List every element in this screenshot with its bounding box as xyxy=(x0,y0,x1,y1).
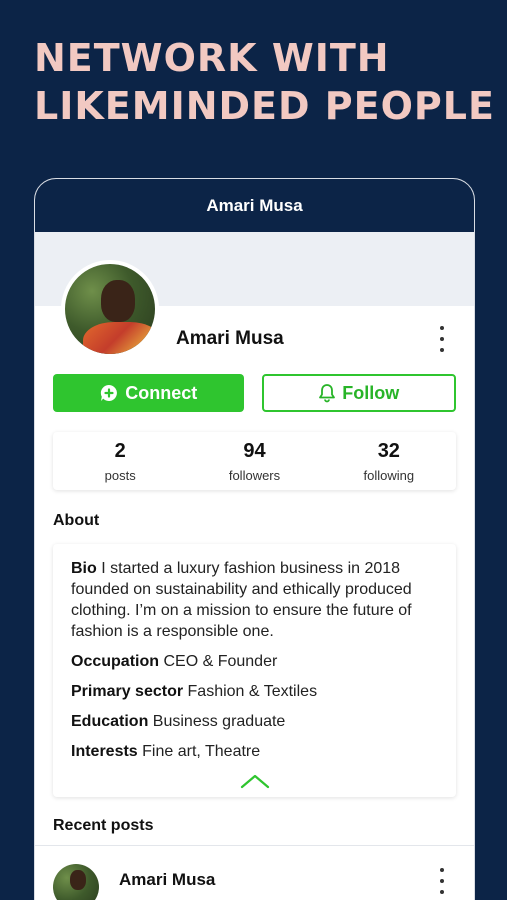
stat-label: followers xyxy=(228,467,281,483)
chat-plus-icon xyxy=(101,384,118,401)
field-value: Fashion & Textiles xyxy=(187,683,318,700)
bio-label: Bio xyxy=(71,560,97,577)
field-label: Occupation xyxy=(71,653,160,670)
stat-followers[interactable]: 94 followers xyxy=(187,432,321,490)
post-avatar[interactable] xyxy=(53,864,99,900)
stat-value: 32 xyxy=(377,439,400,462)
post-more-icon[interactable] xyxy=(432,868,452,894)
more-vertical-icon[interactable] xyxy=(432,326,452,352)
app-header: Amari Musa xyxy=(35,179,474,232)
stat-value: 94 xyxy=(243,439,266,462)
profile-name: Amari Musa xyxy=(176,328,284,349)
chevron-up-icon[interactable] xyxy=(240,773,270,789)
bio-text: I started a luxury fashion business in 2… xyxy=(71,560,412,640)
header-title: Amari Musa xyxy=(206,195,303,215)
stat-following[interactable]: 32 following xyxy=(322,432,456,490)
profile-avatar[interactable] xyxy=(61,260,159,358)
recent-posts-heading: Recent posts xyxy=(53,817,154,834)
stat-label: following xyxy=(363,467,415,483)
profile-row: Amari Musa xyxy=(35,260,474,374)
field-label: Primary sector xyxy=(71,683,184,700)
connect-button[interactable]: Connect xyxy=(53,374,244,412)
field-label: Education xyxy=(71,713,149,730)
connect-label: Connect xyxy=(125,382,198,403)
profile-actions: Connect Follow xyxy=(35,374,474,412)
about-card: Bio I started a luxury fashion business … xyxy=(53,544,456,797)
phone-screen: Amari Musa Amari Musa Connect Follow 2 p… xyxy=(34,178,475,900)
bio-row: Bio I started a luxury fashion business … xyxy=(71,558,438,642)
about-heading: About xyxy=(53,512,100,529)
field-value: CEO & Founder xyxy=(163,653,278,670)
occupation-row: Occupation CEO & Founder xyxy=(71,651,438,672)
headline: NETWORK WITH LIKEMINDED PEOPLE xyxy=(34,34,495,130)
stat-label: posts xyxy=(104,467,136,483)
post-author[interactable]: Amari Musa xyxy=(119,870,215,890)
headline-line-2: LIKEMINDED PEOPLE xyxy=(34,84,495,128)
follow-label: Follow xyxy=(342,382,400,403)
sector-row: Primary sector Fashion & Textiles xyxy=(71,681,438,702)
stat-posts[interactable]: 2 posts xyxy=(53,432,187,490)
post-header[interactable]: Amari Musa xyxy=(35,846,474,900)
follow-button[interactable]: Follow xyxy=(261,374,456,412)
stats-bar: 2 posts 94 followers 32 following xyxy=(53,432,456,490)
headline-line-1: NETWORK WITH xyxy=(34,36,390,80)
education-row: Education Business graduate xyxy=(71,711,438,732)
field-value: Fine art, Theatre xyxy=(142,743,261,760)
interests-row: Interests Fine art, Theatre xyxy=(71,741,438,762)
bell-icon xyxy=(319,384,336,403)
field-label: Interests xyxy=(71,743,138,760)
stat-value: 2 xyxy=(114,439,126,462)
field-value: Business graduate xyxy=(152,713,286,730)
